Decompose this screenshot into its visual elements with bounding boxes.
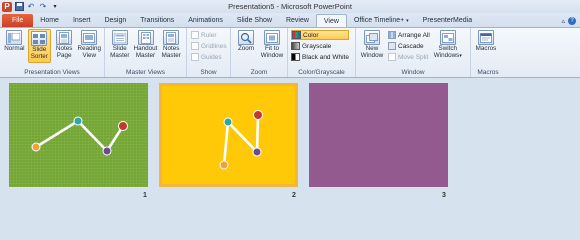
bw-swatch-icon — [291, 53, 300, 61]
checkbox-icon — [191, 42, 199, 50]
ruler-checkbox[interactable]: Ruler — [191, 30, 227, 40]
group-master-views: Slide Master Handout Master Notes Master… — [105, 28, 187, 77]
switch-windows-label-2: Windows▾ — [433, 51, 462, 60]
network-diagram-1 — [31, 116, 128, 156]
slide-master-label-2: Master — [110, 51, 130, 59]
checkbox-icon — [191, 31, 199, 39]
cascade-button[interactable]: Cascade — [388, 41, 430, 51]
slide-sorter-pane: 1 2 3 — [0, 78, 580, 205]
tab-home[interactable]: Home — [33, 14, 66, 27]
title-bar: P ↶ ↷ ▾ Presentation5 - Microsoft PowerP… — [0, 0, 580, 13]
checkbox-icon — [191, 53, 199, 61]
zoom-icon — [238, 30, 254, 45]
color-swatch-icon — [292, 31, 301, 39]
group-label-zoom: Zoom — [250, 69, 268, 76]
ruler-label: Ruler — [201, 31, 217, 39]
tab-slide-show[interactable]: Slide Show — [230, 14, 279, 27]
slide-sorter-icon — [31, 31, 48, 46]
ribbon-tabs: File Home Insert Design Transitions Anim… — [0, 13, 580, 27]
minimize-ribbon-icon[interactable]: ▵ — [561, 17, 565, 25]
guides-label: Guides — [201, 53, 222, 61]
group-label-window: Window — [401, 69, 425, 76]
tab-file[interactable]: File — [2, 14, 34, 27]
bw-label: Black and White — [302, 53, 349, 61]
zoom-label: Zoom — [237, 45, 255, 52]
move-split-icon — [388, 53, 396, 61]
tab-animations[interactable]: Animations — [181, 14, 230, 27]
notes-page-icon — [56, 30, 73, 45]
color-button[interactable]: Color — [291, 30, 349, 40]
macros-label: Macros — [475, 45, 497, 52]
slide-number-3: 3 — [442, 192, 446, 199]
group-color-grayscale: Color Grayscale Black and White Color/Gr… — [288, 28, 356, 77]
grayscale-label: Grayscale — [302, 42, 332, 50]
slide-thumbnail-1[interactable] — [9, 83, 148, 187]
macros-icon — [478, 30, 494, 45]
reading-view-label-2: View — [82, 51, 97, 59]
gridlines-label: Gridlines — [201, 42, 227, 50]
normal-view-icon — [6, 30, 23, 45]
slide-sorter-button[interactable]: Slide Sorter — [27, 29, 51, 63]
slide-thumbnail-3[interactable] — [309, 83, 448, 187]
tab-office-timeline-label: Office Timeline+ — [353, 17, 405, 24]
arrange-all-label: Arrange All — [398, 31, 430, 39]
chevron-down-icon: ▾ — [406, 18, 409, 24]
notes-master-label-2: Master — [161, 51, 181, 59]
group-presentation-views: Normal Slide Sorter Notes Page Reading V… — [0, 28, 105, 77]
handout-master-label-2: Master — [135, 51, 156, 59]
group-label-show: Show — [200, 69, 217, 76]
black-and-white-button[interactable]: Black and White — [291, 52, 349, 62]
slide-sorter-label-2: Sorter — [30, 52, 48, 60]
help-icon[interactable]: ? — [568, 16, 576, 25]
arrange-all-button[interactable]: Arrange All — [388, 30, 430, 40]
group-label-master-views: Master Views — [126, 69, 165, 76]
group-macros: Macros Macros — [471, 28, 505, 77]
move-split-button[interactable]: Move Split — [388, 52, 430, 62]
tab-design[interactable]: Design — [97, 14, 133, 27]
window-title: Presentation5 - Microsoft PowerPoint — [228, 2, 352, 11]
new-window-icon — [364, 30, 380, 45]
normal-view-label: Normal — [4, 45, 25, 52]
group-label-presentation-views: Presentation Views — [24, 69, 80, 76]
notes-master-icon — [163, 30, 180, 45]
group-show: Ruler Gridlines Guides Show — [187, 28, 231, 77]
group-window: New Window Arrange All Cascade Move Spli… — [356, 28, 471, 77]
fit-to-window-icon — [264, 30, 280, 45]
switch-windows-icon — [439, 30, 456, 45]
reading-view-icon — [81, 30, 98, 45]
chevron-down-icon: ▾ — [459, 52, 462, 59]
gridlines-checkbox[interactable]: Gridlines — [191, 41, 227, 51]
tab-insert[interactable]: Insert — [66, 14, 98, 27]
window-controls: ▵ ? — [561, 14, 580, 27]
notes-page-label-2: Page — [56, 51, 72, 59]
switch-windows-label-text: Windows — [433, 51, 460, 59]
new-window-label-2: Window — [360, 51, 384, 59]
tab-view[interactable]: View — [315, 14, 347, 27]
cascade-label: Cascade — [398, 42, 424, 50]
grayscale-button[interactable]: Grayscale — [291, 41, 349, 51]
tab-presentermedia[interactable]: PresenterMedia — [416, 14, 479, 27]
slide-number-2: 2 — [292, 192, 296, 199]
network-diagram-2 — [219, 110, 263, 170]
move-split-label: Move Split — [398, 53, 429, 61]
group-zoom: Zoom Fit to Window Zoom — [231, 28, 288, 77]
group-label-macros: Macros — [477, 69, 499, 76]
tab-office-timeline[interactable]: Office Timeline+ ▾ — [347, 14, 416, 27]
tab-transitions[interactable]: Transitions — [133, 14, 181, 27]
slide-master-icon — [111, 30, 128, 45]
handout-master-icon — [137, 30, 154, 45]
color-label: Color — [303, 31, 319, 39]
slide-thumbnail-2[interactable] — [159, 83, 298, 187]
ribbon: Normal Slide Sorter Notes Page Reading V… — [0, 27, 580, 78]
guides-checkbox[interactable]: Guides — [191, 52, 227, 62]
grayscale-swatch-icon — [291, 42, 300, 50]
slide-number-1: 1 — [143, 192, 147, 199]
arrange-all-icon — [388, 31, 396, 39]
cascade-icon — [388, 42, 396, 50]
group-label-color-grayscale: Color/Grayscale — [298, 69, 345, 76]
tab-review[interactable]: Review — [279, 14, 316, 27]
fit-to-window-label-2: Window — [260, 51, 284, 59]
